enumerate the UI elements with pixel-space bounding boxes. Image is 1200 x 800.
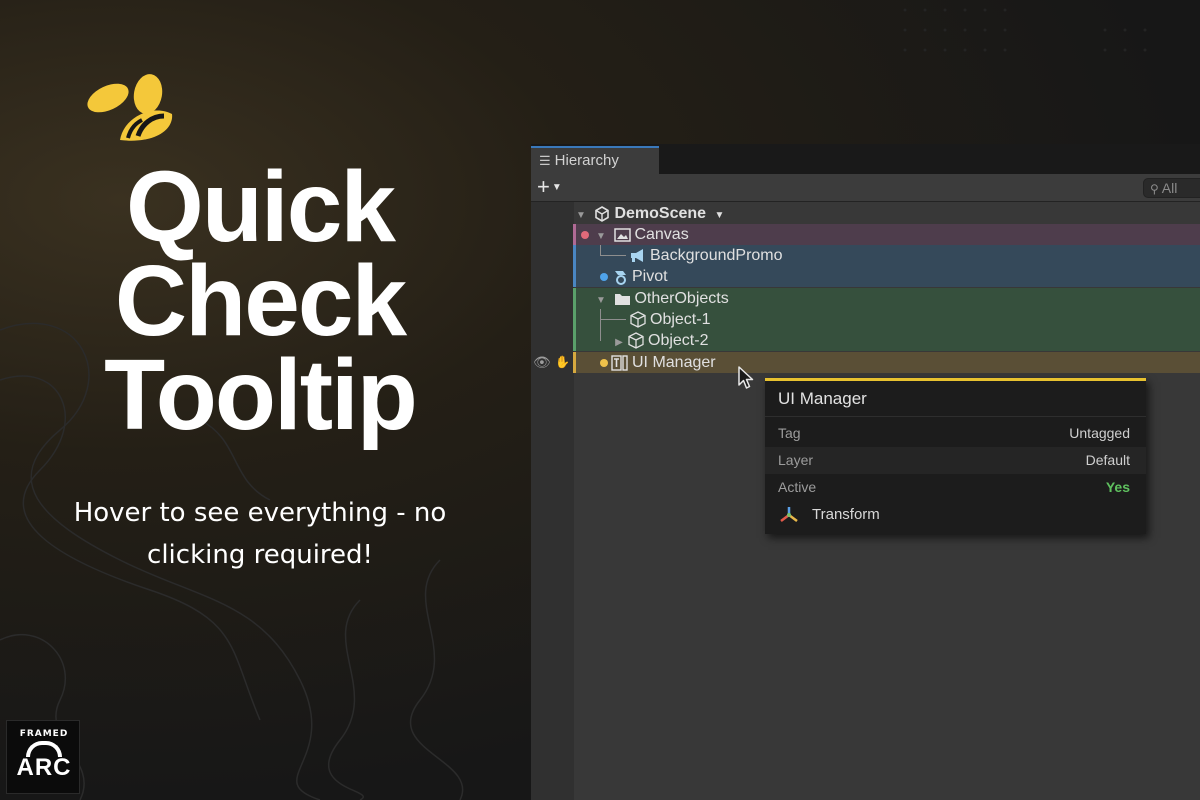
tree-branch-line xyxy=(600,245,626,256)
tooltip-row-layer: Layer Default xyxy=(765,447,1146,474)
tooltip-value: Default xyxy=(1085,452,1130,468)
status-dot xyxy=(600,359,608,367)
unity-scene-icon xyxy=(593,203,611,224)
row-label: UI Manager xyxy=(632,354,716,371)
expand-arrow-icon[interactable]: ▼ xyxy=(573,205,589,226)
search-placeholder: All xyxy=(1161,180,1178,196)
cube-icon xyxy=(627,330,645,351)
plus-icon: + xyxy=(537,174,550,199)
headline-line: Quick xyxy=(126,151,396,263)
status-dot xyxy=(600,273,608,281)
subtitle: Hover to see everything - no clicking re… xyxy=(73,498,447,570)
hierarchy-row-canvas[interactable]: ▼ Canvas xyxy=(531,224,1200,245)
tooltip-row-active: Active Yes xyxy=(765,474,1146,501)
pivot-icon xyxy=(611,266,629,287)
search-input[interactable]: ⚲ All xyxy=(1143,178,1200,198)
row-label: Pivot xyxy=(632,268,668,285)
framed-arc-logo: FRAMED ARC xyxy=(6,720,80,794)
scene-label: DemoScene xyxy=(614,205,707,222)
tooltip-value: Yes xyxy=(1105,479,1130,495)
component-label: Transform xyxy=(812,506,880,523)
cube-icon xyxy=(629,309,647,330)
headline-line: Check xyxy=(114,245,407,357)
brand-top-text: FRAMED xyxy=(19,729,69,739)
hierarchy-row-pivot[interactable]: Pivot xyxy=(531,266,1200,287)
hierarchy-row-ui-manager[interactable]: 👁 ✋ UI Manager xyxy=(531,352,1200,373)
tooltip-row-tag: Tag Untagged xyxy=(765,420,1146,447)
row-label: OtherObjects xyxy=(634,290,729,307)
tooltip-label: Layer xyxy=(778,452,814,468)
chevron-down-icon: ▼ xyxy=(551,182,562,194)
folder-icon xyxy=(613,288,631,309)
scene-row[interactable]: ▼ DemoScene ▼ xyxy=(531,203,1200,224)
expand-arrow-icon[interactable]: ▼ xyxy=(593,226,609,247)
hierarchy-row-otherobjects[interactable]: ▼ OtherObjects xyxy=(531,288,1200,309)
list-icon: ☰ xyxy=(539,153,551,168)
script-component-icon xyxy=(611,352,629,373)
bee-logo-icon xyxy=(87,74,173,141)
brand-main-text: ARC xyxy=(16,754,72,781)
tooltip-component-transform: Transform xyxy=(765,499,1146,531)
megaphone-icon xyxy=(629,245,647,266)
hierarchy-row-backgroundpromo[interactable]: BackgroundPromo xyxy=(531,245,1200,266)
tab-label: Hierarchy xyxy=(554,152,619,169)
tree-branch-line xyxy=(600,319,610,341)
tab-bar: ☰ Hierarchy xyxy=(531,144,1200,174)
mouse-cursor-icon xyxy=(738,366,754,389)
expand-arrow-icon[interactable]: ▼ xyxy=(593,290,609,311)
row-label: Object-2 xyxy=(648,332,709,349)
canvas-image-icon xyxy=(613,224,631,245)
tab-hierarchy[interactable]: ☰ Hierarchy xyxy=(531,146,659,174)
row-label: Canvas xyxy=(634,226,689,243)
row-label: BackgroundPromo xyxy=(650,247,783,264)
search-icon: ⚲ xyxy=(1150,182,1159,196)
hierarchy-toolbar: + ▼ ⚲ All xyxy=(531,174,1200,202)
headline-line: Tooltip xyxy=(104,339,418,451)
hierarchy-row-object-1[interactable]: Object-1 xyxy=(531,309,1200,330)
add-object-button[interactable]: + ▼ xyxy=(537,175,575,201)
row-label: Object-1 xyxy=(650,311,711,328)
quick-check-tooltip: UI Manager Tag Untagged Layer Default Ac… xyxy=(765,378,1146,534)
pickable-hand-icon[interactable]: ✋ xyxy=(555,352,570,373)
tooltip-label: Active xyxy=(778,479,817,495)
hierarchy-row-object-2[interactable]: ▶ Object-2 xyxy=(531,319,1200,353)
tooltip-title: UI Manager xyxy=(765,381,1146,417)
tooltip-value: Untagged xyxy=(1069,425,1130,441)
visibility-eye-icon[interactable]: 👁 xyxy=(533,352,551,373)
headline: Quick Check Tooltip xyxy=(60,151,460,451)
scene-menu-chevron-icon[interactable]: ▼ xyxy=(715,210,725,221)
collapsed-arrow-icon[interactable]: ▶ xyxy=(611,332,627,353)
status-dot xyxy=(581,231,589,239)
transform-gizmo-icon xyxy=(780,507,798,522)
tooltip-label: Tag xyxy=(778,425,801,441)
